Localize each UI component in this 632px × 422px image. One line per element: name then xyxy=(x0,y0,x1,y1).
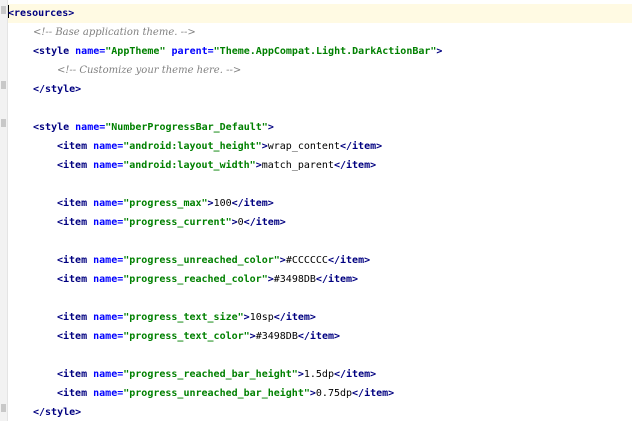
item-value: wrap_content xyxy=(267,141,340,152)
tag-name: <item xyxy=(57,160,88,171)
attribute-name: name= xyxy=(87,388,124,399)
code-line[interactable]: <style name="AppTheme" parent="Theme.App… xyxy=(33,42,442,61)
attribute-name: name= xyxy=(87,369,124,380)
attribute-name: parent= xyxy=(165,46,214,57)
tag-name: resources xyxy=(14,8,69,19)
item-line[interactable]: <item name="progress_reached_bar_height"… xyxy=(57,365,376,384)
attribute-name: name= xyxy=(69,46,106,57)
code-line[interactable]: <!-- Base application theme. --> xyxy=(33,23,196,42)
attribute-value: "AppTheme" xyxy=(105,46,166,57)
attribute-value: "progress_text_size" xyxy=(123,312,244,323)
tag-bracket: > xyxy=(436,46,443,57)
attribute-value: "progress_reached_bar_height" xyxy=(123,369,298,380)
item-line[interactable]: <item name="progress_reached_color">#349… xyxy=(57,270,358,289)
item-value: #CCCCCC xyxy=(285,255,328,266)
attribute-name: name= xyxy=(87,198,124,209)
code-line[interactable]: <!-- Customize your theme here. --> xyxy=(57,61,241,80)
item-line[interactable]: <item name="progress_text_color">#3498DB… xyxy=(57,327,340,346)
attribute-name: name= xyxy=(87,312,124,323)
attribute-value: "progress_unreached_color" xyxy=(123,255,280,266)
code-comment: <!-- Customize your theme here. --> xyxy=(57,65,242,76)
item-line[interactable]: <item name="android:layout_height">wrap_… xyxy=(57,137,382,156)
closing-tag: </item> xyxy=(340,141,383,152)
attribute-name: name= xyxy=(87,274,124,285)
closing-tag: </item> xyxy=(297,331,341,342)
item-line[interactable]: <item name="progress_unreached_color">#C… xyxy=(57,251,370,270)
tag-name: <item xyxy=(57,255,88,266)
attribute-value: "progress_unreached_bar_height" xyxy=(123,388,310,399)
attribute-name: name= xyxy=(87,331,124,342)
attribute-value: "android:layout_width" xyxy=(123,160,256,171)
item-line[interactable]: <item name="progress_unreached_bar_heigh… xyxy=(57,384,394,403)
tag-name: <item xyxy=(57,198,88,209)
closing-tag: </item> xyxy=(327,255,371,266)
tag-name: <item xyxy=(57,312,88,323)
item-line[interactable]: <item name="progress_max">100</item> xyxy=(57,194,274,213)
item-value: #3498DB xyxy=(273,274,316,285)
tag-name: <item xyxy=(57,274,88,285)
attribute-value: "progress_text_color" xyxy=(123,331,250,342)
attribute-name: name= xyxy=(87,217,124,228)
attribute-value: "android:layout_height" xyxy=(123,141,262,152)
attribute-name: name= xyxy=(87,141,124,152)
closing-tag: </style> xyxy=(33,407,82,418)
closing-tag: </item> xyxy=(333,160,377,171)
closing-tag: </item> xyxy=(231,198,274,209)
item-value: #3498DB xyxy=(255,331,298,342)
code-line[interactable]: <style name="NumberProgressBar_Default"> xyxy=(33,118,274,137)
tag-bracket: > xyxy=(68,8,75,19)
tag-name: <item xyxy=(57,331,88,342)
item-line[interactable]: <item name="android:layout_width">match_… xyxy=(57,156,376,175)
item-value: 1.5dp xyxy=(303,369,334,380)
tag-name: style xyxy=(39,122,70,133)
closing-tag: </item> xyxy=(273,312,316,323)
attribute-value: "Theme.AppCompat.Light.DarkActionBar" xyxy=(213,46,437,57)
code-editor[interactable]: <resources> <!-- Base application theme.… xyxy=(0,0,632,421)
code-comment: <!-- Base application theme. --> xyxy=(33,27,196,38)
code-line[interactable]: <resources> xyxy=(8,4,632,23)
tag-name: <item xyxy=(57,388,88,399)
closing-tag: </item> xyxy=(352,388,395,399)
item-value: 0.75dp xyxy=(315,388,353,399)
tag-bracket: > xyxy=(267,122,274,133)
attribute-value: "progress_max" xyxy=(123,198,208,209)
attribute-name: name= xyxy=(87,255,124,266)
tag-name: <item xyxy=(57,217,88,228)
item-value: 10sp xyxy=(249,312,274,323)
tag-name: <item xyxy=(57,141,88,152)
closing-tag: </item> xyxy=(333,369,377,380)
attribute-value: "progress_current" xyxy=(123,217,232,228)
attribute-name: name= xyxy=(69,122,106,133)
code-line[interactable]: </style> xyxy=(33,403,81,422)
attribute-name: name= xyxy=(87,160,124,171)
item-line[interactable]: <item name="progress_text_size">10sp</it… xyxy=(57,308,316,327)
tag-name: <item xyxy=(57,369,88,380)
item-line[interactable]: <item name="progress_current">0</item> xyxy=(57,213,286,232)
tag-name: style xyxy=(39,46,70,57)
closing-tag: </item> xyxy=(243,217,286,228)
attribute-value: "NumberProgressBar_Default" xyxy=(105,122,268,133)
item-value: match_parent xyxy=(261,160,334,171)
attribute-value: "progress_reached_color" xyxy=(123,274,268,285)
item-value: 100 xyxy=(213,198,232,209)
code-line[interactable]: </style> xyxy=(33,80,81,99)
closing-tag: </style> xyxy=(33,84,82,95)
closing-tag: </item> xyxy=(315,274,359,285)
